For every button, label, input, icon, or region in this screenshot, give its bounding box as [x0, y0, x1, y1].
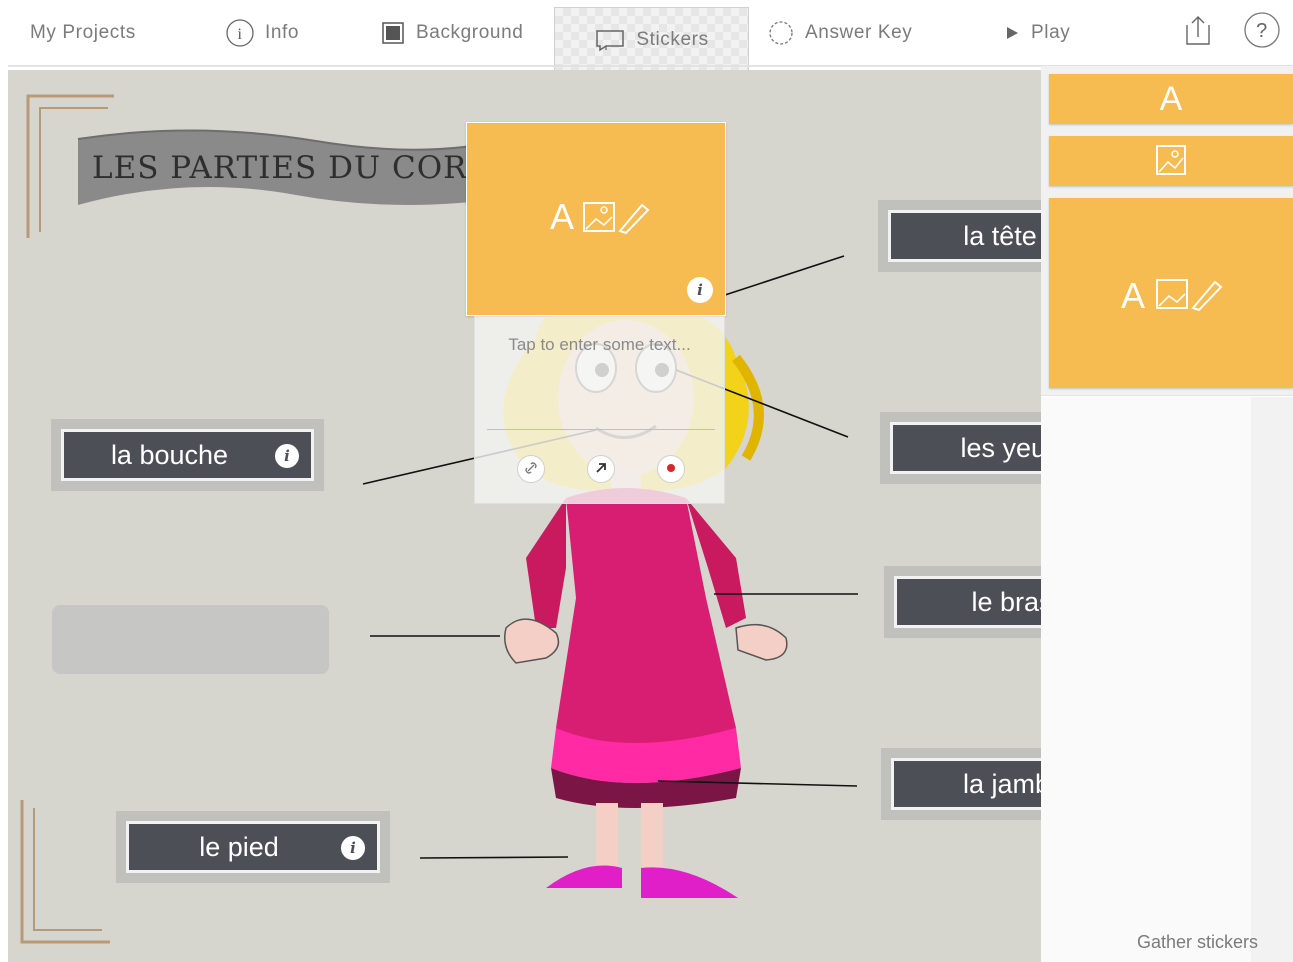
app-window: My Projects i Info Background Stickers A…: [0, 0, 1293, 962]
page-title: LES PARTIES DU CORPS: [92, 150, 512, 186]
selected-sticker[interactable]: A i: [466, 122, 726, 316]
dashed-circle-icon: [767, 19, 795, 47]
svg-text:?: ?: [1256, 20, 1268, 42]
label-text: la jambe: [962, 768, 1042, 799]
sticker-info-button[interactable]: i: [687, 277, 713, 303]
help-button[interactable]: ?: [1243, 0, 1281, 66]
background-tab-label: Background: [416, 22, 524, 43]
info-circle-icon: i: [225, 18, 255, 48]
svg-text:i: i: [237, 26, 242, 43]
label-sticker-jambe[interactable]: la jambe: [891, 758, 1042, 810]
label-sticker-pied[interactable]: le pied i: [126, 821, 380, 873]
empty-label-slot[interactable]: [52, 605, 329, 674]
answer-key-tab-label: Answer Key: [805, 22, 913, 43]
label-sticker-bras[interactable]: le bras: [894, 576, 1042, 628]
play-icon: [1003, 24, 1021, 42]
image-sticker-template[interactable]: [1049, 136, 1293, 186]
record-icon: [666, 462, 676, 476]
link-button[interactable]: [517, 455, 545, 483]
link-icon: [524, 461, 538, 478]
info-tab-label: Info: [265, 22, 300, 43]
arrow-button[interactable]: [587, 455, 615, 483]
help-icon: ?: [1243, 11, 1281, 55]
sticker-text-popup: Tap to enter some text...: [474, 316, 725, 504]
image-icon: [1049, 144, 1293, 181]
text-image-draw-icon: A: [1049, 274, 1293, 317]
label-sticker-tete[interactable]: la tête: [888, 210, 1042, 262]
arrow-icon: [595, 462, 607, 477]
label-text: le pied: [199, 831, 279, 862]
sticker-content-icons: A: [467, 195, 725, 244]
text-image-draw-sticker-template[interactable]: A: [1049, 198, 1293, 388]
my-projects-button[interactable]: My Projects: [30, 0, 136, 66]
label-sticker-bouche[interactable]: la bouche i: [61, 429, 314, 481]
corner-frame-decoration: [20, 800, 110, 944]
label-sticker-yeux[interactable]: les yeux: [890, 422, 1042, 474]
stickers-tab[interactable]: Stickers: [554, 7, 749, 71]
text-entry-placeholder[interactable]: Tap to enter some text...: [475, 335, 724, 355]
label-text: les yeux: [960, 432, 1042, 463]
top-toolbar: My Projects i Info Background Stickers A…: [0, 0, 1293, 71]
play-tab-label: Play: [1031, 22, 1071, 43]
label-text: le bras: [971, 586, 1042, 617]
stickers-tab-label: Stickers: [636, 28, 709, 50]
info-icon[interactable]: i: [275, 444, 299, 468]
share-icon: [1183, 13, 1213, 53]
gathered-area: [1041, 397, 1293, 962]
label-text: la bouche: [110, 439, 229, 470]
background-icon: [380, 20, 406, 46]
background-tab[interactable]: Background: [380, 0, 523, 66]
popup-divider: [487, 429, 715, 430]
svg-text:A: A: [1121, 275, 1145, 312]
svg-text:A: A: [550, 196, 574, 235]
sticker-icon: [594, 27, 626, 53]
text-image-draw-icon: A: [550, 196, 650, 237]
answer-key-tab[interactable]: Answer Key: [767, 0, 912, 66]
info-tab[interactable]: i Info: [225, 0, 299, 66]
info-icon[interactable]: i: [341, 836, 365, 860]
text-glyph-icon: A: [1159, 80, 1183, 118]
share-button[interactable]: [1183, 0, 1213, 66]
my-projects-label: My Projects: [30, 22, 136, 43]
label-text: la tête: [963, 220, 1037, 251]
text-sticker-template[interactable]: A: [1049, 74, 1293, 124]
sticker-panel: A A Gather stickers: [1041, 66, 1293, 962]
record-button[interactable]: [657, 455, 685, 483]
gather-stickers-button[interactable]: Gather stickers: [1137, 932, 1258, 953]
play-tab[interactable]: Play: [1003, 0, 1070, 66]
